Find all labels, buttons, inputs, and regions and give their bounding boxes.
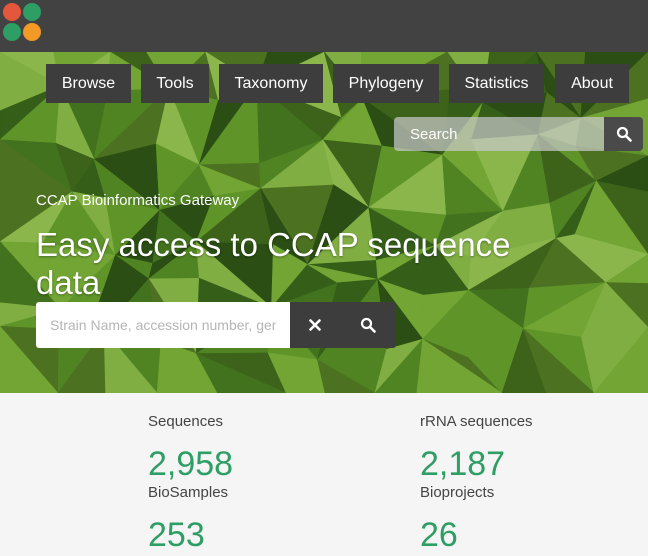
stat-value-rrna-sequences: 2,187 [420, 445, 506, 483]
nav-about[interactable]: About [555, 64, 629, 103]
search-icon [360, 317, 376, 333]
hero-banner: Browse Tools Taxonomy Phylogeny Statisti… [0, 52, 648, 393]
stat-value-bioprojects: 26 [420, 516, 458, 554]
stats-section: Sequences 2,958 rRNA sequences 2,187 Bio… [0, 393, 648, 556]
stat-value-biosamples: 253 [148, 516, 205, 554]
clear-search-button[interactable] [290, 302, 340, 348]
nav-phylogeny[interactable]: Phylogeny [333, 64, 439, 103]
strain-search-input[interactable] [36, 302, 290, 348]
close-icon [309, 319, 321, 331]
stat-label-sequences: Sequences [148, 413, 224, 430]
ccap-logo-icon[interactable] [2, 2, 42, 42]
hero-title: Easy access to CCAP sequence data [36, 226, 511, 301]
nav-tools[interactable]: Tools [141, 64, 209, 103]
nav-statistics[interactable]: Statistics [449, 64, 544, 103]
search-icon [616, 126, 632, 142]
stat-label-biosamples: BioSamples [148, 484, 229, 501]
top-search-input[interactable] [394, 117, 604, 151]
strain-search-button[interactable] [340, 302, 396, 348]
nav-browse[interactable]: Browse [46, 64, 131, 103]
stat-value-sequences: 2,958 [148, 445, 234, 483]
stat-label-rrna-sequences: rRNA sequences [420, 413, 533, 430]
nav-taxonomy[interactable]: Taxonomy [219, 64, 323, 103]
stat-label-bioprojects: Bioprojects [420, 484, 495, 501]
top-bar [0, 0, 648, 52]
top-search-button[interactable] [604, 117, 643, 151]
hero-subtitle: CCAP Bioinformatics Gateway [36, 192, 240, 209]
